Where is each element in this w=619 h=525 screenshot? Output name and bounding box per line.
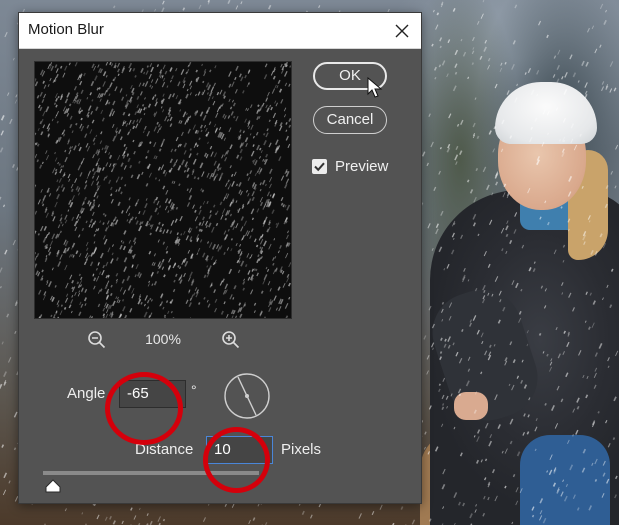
distance-slider-track[interactable] — [43, 471, 259, 475]
close-icon — [395, 24, 409, 37]
degree-unit: ° — [191, 382, 197, 398]
close-button[interactable] — [383, 13, 421, 48]
preview-noise-image — [35, 62, 291, 318]
distance-input[interactable]: 10 — [206, 436, 273, 464]
dialog-title: Motion Blur — [28, 21, 104, 38]
slider-thumb-icon[interactable] — [45, 479, 61, 493]
checkmark-icon — [314, 162, 325, 172]
filter-preview[interactable] — [34, 61, 292, 319]
zoom-in-icon[interactable] — [221, 330, 241, 350]
pixels-unit: Pixels — [281, 441, 322, 458]
cancel-button[interactable]: Cancel — [313, 106, 387, 134]
motion-blur-dialog: Motion Blur OK Cancel Preview 100% Angle… — [18, 12, 422, 504]
dialog-titlebar[interactable]: Motion Blur — [19, 13, 421, 49]
angle-label: Angle — [67, 385, 106, 402]
zoom-level: 100% — [145, 331, 181, 347]
preview-checkbox[interactable] — [312, 159, 327, 174]
mouse-pointer-icon — [367, 77, 383, 98]
preview-label: Preview — [335, 158, 389, 175]
angle-dial-icon[interactable] — [223, 372, 271, 420]
zoom-out-icon[interactable] — [87, 330, 107, 350]
angle-input[interactable]: -65 — [119, 380, 186, 408]
distance-label: Distance — [135, 441, 194, 458]
